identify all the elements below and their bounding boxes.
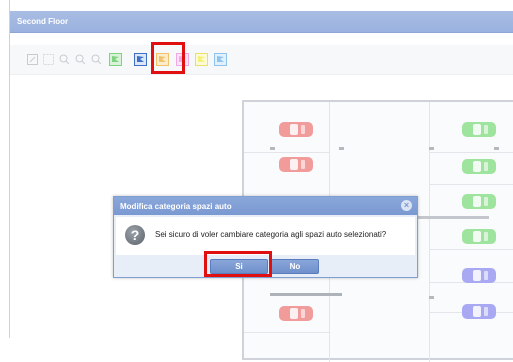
parking-space-green[interactable] (462, 159, 496, 174)
area-select-icon[interactable] (43, 54, 54, 65)
blue-flag-icon[interactable] (134, 53, 147, 66)
zoom-in-icon[interactable] (59, 54, 70, 65)
floor-window: Second Floor (9, 0, 513, 362)
toolbar (10, 45, 513, 75)
blue-flag-highlight (151, 42, 185, 74)
parking-space-green[interactable] (462, 229, 496, 244)
lightblue-flag-icon[interactable] (214, 53, 227, 66)
dialog-body: ? Sei sicuro di voler cambiare categoria… (116, 217, 415, 255)
parking-space-red[interactable] (279, 157, 313, 172)
lane-divider (429, 102, 430, 362)
zoom-out-icon[interactable] (75, 54, 86, 65)
parking-space-purple[interactable] (462, 304, 496, 319)
column-marker (270, 147, 275, 150)
yellow-flag-icon[interactable] (195, 53, 208, 66)
window-title: Second Floor (17, 17, 69, 26)
wall-segment (270, 293, 342, 296)
parking-space-green[interactable] (462, 194, 496, 209)
select-tool-icon[interactable] (27, 54, 38, 65)
close-icon[interactable]: × (401, 200, 412, 211)
parking-space-red[interactable] (279, 122, 313, 137)
parking-space-green[interactable] (462, 122, 496, 137)
zoom-reset-icon[interactable] (91, 54, 102, 65)
parking-space-red[interactable] (279, 306, 313, 321)
column-marker (494, 147, 499, 150)
yes-button-highlight (204, 251, 272, 277)
parking-space-purple[interactable] (462, 268, 496, 283)
row-divider (244, 152, 329, 153)
column-marker (429, 147, 434, 150)
dialog-title: Modifica categoria spazi auto (120, 202, 232, 211)
column-marker (429, 296, 434, 299)
window-titlebar: Second Floor (10, 11, 513, 33)
dialog-header: Modifica categoria spazi auto × (114, 197, 417, 215)
row-divider (429, 152, 513, 153)
green-flag-icon[interactable] (109, 53, 122, 66)
row-divider (429, 184, 513, 185)
row-divider (244, 332, 329, 333)
question-icon: ? (125, 225, 145, 245)
row-divider (429, 249, 513, 250)
column-marker (339, 147, 344, 150)
dialog-message: Sei sicuro di voler cambiare categoria a… (155, 230, 387, 239)
no-button[interactable]: No (271, 259, 319, 274)
